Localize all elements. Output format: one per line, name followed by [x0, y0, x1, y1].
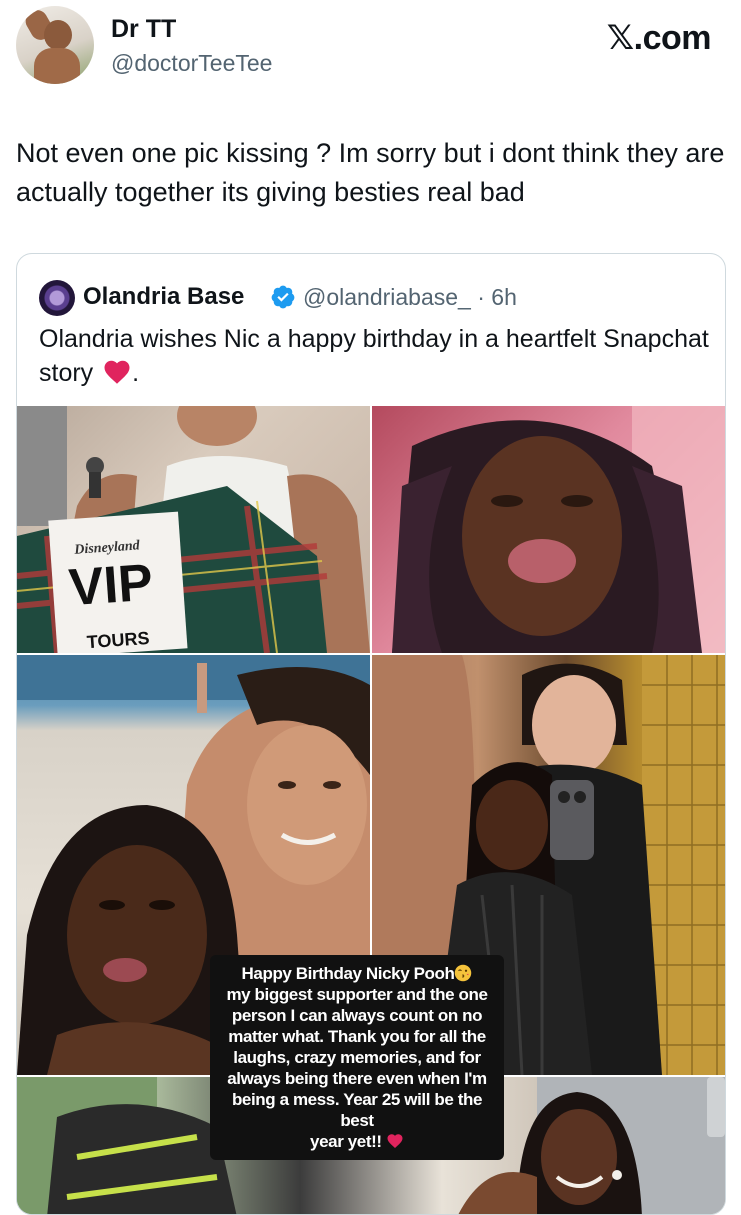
- disneyland-photo-art: Disneyland VIP TOURS: [17, 406, 370, 653]
- photo-selfie-pink[interactable]: [372, 406, 725, 653]
- red-heart-icon: [104, 360, 130, 384]
- quoted-tweet-card[interactable]: Olandria Base @olandriabase_ · 6h Olandr…: [16, 253, 726, 1215]
- caption-line-4: matter what. Thank you for all the: [228, 1027, 486, 1046]
- caption-line-1-text: Happy Birthday Nicky Pooh: [241, 964, 455, 983]
- caption-line-8-text: year yet!!: [310, 1132, 382, 1151]
- quoted-author-handle-time[interactable]: @olandriabase_ · 6h: [303, 281, 517, 313]
- photo-disneyland-vip[interactable]: Disneyland VIP TOURS: [17, 406, 370, 653]
- caption-line-3: person I can always count on no: [231, 1006, 483, 1025]
- caption-heart-icon: [387, 1134, 403, 1149]
- vip-badge-text: VIP: [67, 554, 155, 618]
- quoted-tweet-text-suffix: .: [132, 359, 140, 387]
- caption-line-1: Happy Birthday Nicky Pooh: [216, 963, 498, 984]
- x-logo: 𝕏.com: [606, 19, 712, 57]
- quoted-tweet-text: Olandria wishes Nic a happy birthday in …: [39, 322, 709, 390]
- caption-line-2: my biggest supporter and the one: [226, 985, 488, 1004]
- verified-badge-icon: [271, 285, 295, 309]
- quoted-tweet-text-body: Olandria wishes Nic a happy birthday in …: [39, 325, 709, 387]
- author-avatar[interactable]: [16, 6, 94, 84]
- snapchat-caption: Happy Birthday Nicky Pooh my biggest sup…: [210, 955, 504, 1160]
- selfie-photo-art: [392, 406, 725, 653]
- caption-line-6: always being there even when I'm: [227, 1069, 487, 1088]
- author-display-name[interactable]: Dr TT: [111, 14, 176, 44]
- caption-line-8: year yet!!: [216, 1131, 498, 1152]
- caption-line-7: being a mess. Year 25 will be the best: [231, 1090, 483, 1130]
- caption-line-5: laughs, crazy memories, and for: [233, 1048, 481, 1067]
- quoted-author-avatar[interactable]: [39, 280, 75, 316]
- author-handle[interactable]: @doctorTeeTee: [111, 48, 272, 78]
- tweet-text: Not even one pic kissing ? Im sorry but …: [16, 138, 725, 207]
- face-blowing-kiss-icon: [455, 964, 472, 982]
- avatar-head-shape: [44, 20, 72, 50]
- avatar-torso-shape: [34, 48, 80, 84]
- quoted-author-name[interactable]: Olandria Base: [83, 281, 244, 313]
